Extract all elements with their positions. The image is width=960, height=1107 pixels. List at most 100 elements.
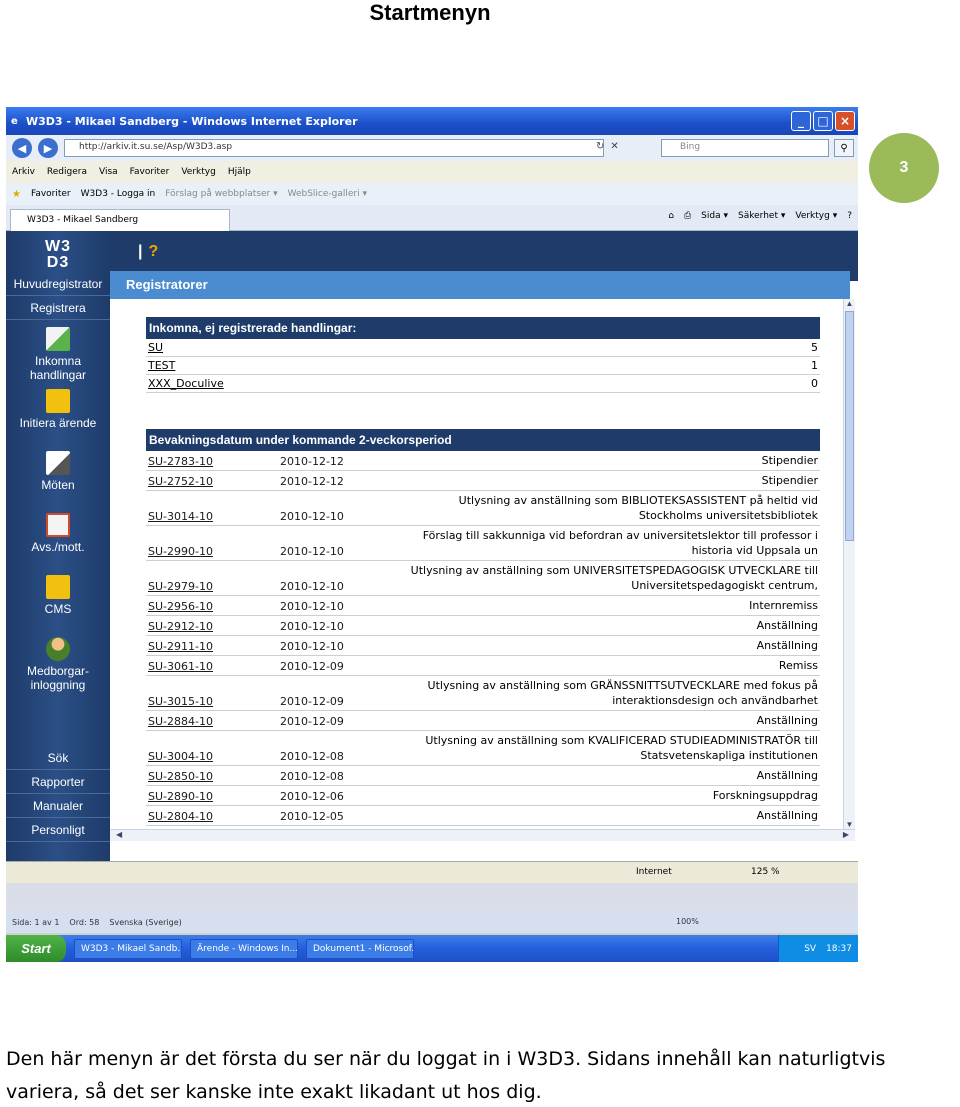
language-indicator[interactable]: SV: [804, 944, 816, 954]
case-link[interactable]: SU-2804-10: [148, 810, 280, 823]
case-link[interactable]: SU-3014-10: [148, 510, 280, 523]
favorite-link[interactable]: WebSlice-galleri ▾: [288, 189, 367, 199]
case-link[interactable]: SU-3004-10: [148, 750, 280, 763]
search-button[interactable]: ⚲: [834, 139, 854, 157]
case-link[interactable]: SU-2990-10: [148, 545, 280, 558]
case-link[interactable]: SU-2884-10: [148, 715, 280, 728]
page-title: Startmenyn: [369, 0, 491, 25]
command-security[interactable]: Säkerhet ▾: [738, 211, 785, 221]
case-link[interactable]: SU-2911-10: [148, 640, 280, 653]
favorites-button[interactable]: Favoriter: [31, 189, 71, 199]
sidebar-item-medborgar[interactable]: Medborgar- inloggning: [6, 637, 110, 692]
address-row: ◀ ▶ http://arkiv.it.su.se/Asp/W3D3.asp ↻…: [6, 135, 858, 161]
contact-card-icon: [46, 513, 70, 537]
case-link[interactable]: SU-3061-10: [148, 660, 280, 673]
home-icon[interactable]: ⌂: [668, 211, 674, 221]
case-link[interactable]: SU-2752-10: [148, 475, 280, 488]
address-bar[interactable]: http://arkiv.it.su.se/Asp/W3D3.asp: [64, 139, 604, 157]
taskbar-task[interactable]: Dokument1 - Microsof...: [306, 938, 414, 959]
new-folder-icon: [46, 389, 70, 413]
word-zoom[interactable]: 100%: [676, 917, 699, 926]
incoming-table: Inkomna, ej registrerade handlingar: SU …: [146, 317, 820, 393]
forward-button[interactable]: ▶: [38, 138, 58, 158]
menu-item[interactable]: Favoriter: [130, 167, 170, 177]
incoming-link[interactable]: TEST: [148, 359, 348, 372]
citizen-icon: [46, 637, 70, 661]
table-row: SU-3015-10 2010-12-09 Utlysning av anställ…: [146, 676, 820, 711]
menu-item[interactable]: Verktyg: [181, 167, 215, 177]
table-row: SU 5: [146, 339, 820, 357]
table-row: SU-2850-10 2010-12-08 Anställning: [146, 766, 820, 786]
print-icon[interactable]: ⎙: [684, 211, 691, 221]
case-link[interactable]: SU-3015-10: [148, 695, 280, 708]
table-row: SU-2911-10 2010-12-10 Anställning: [146, 636, 820, 656]
word-page-info: Sida: 1 av 1: [12, 917, 60, 927]
word-status-bar: Sida: 1 av 1 Ord: 58 Svenska (Sverige) 1…: [6, 911, 858, 933]
browser-tab[interactable]: W3D3 - Mikael Sandberg: [10, 209, 230, 231]
search-input[interactable]: Bing: [661, 139, 829, 157]
command-page[interactable]: Sida ▾: [701, 211, 728, 221]
sidebar-link-registrera[interactable]: Registrera: [6, 297, 110, 320]
zoom-level[interactable]: 125 %: [751, 867, 780, 877]
taskbar-task[interactable]: W3D3 - Mikael Sandb...: [74, 938, 182, 959]
sidebar-item-inkomna[interactable]: Inkomna handlingar: [6, 327, 110, 382]
menu-item[interactable]: Redigera: [47, 167, 87, 177]
table-row: SU-2956-10 2010-12-10 Internremiss: [146, 596, 820, 616]
sidebar-link-huvudregistrator[interactable]: Huvudregistrator: [6, 273, 110, 296]
incoming-link[interactable]: XXX_Doculive: [148, 377, 348, 390]
sidebar-item-avs-mott[interactable]: Avs./mott.: [6, 513, 110, 554]
scroll-thumb[interactable]: [845, 311, 854, 541]
help-icon[interactable]: ?: [847, 211, 852, 221]
scroll-up-icon[interactable]: ▲: [844, 299, 855, 308]
stop-icon[interactable]: ✕: [610, 141, 618, 152]
help-link[interactable]: |?: [138, 243, 158, 261]
vertical-scrollbar[interactable]: ▲ ▼: [843, 299, 855, 829]
sidebar-link-manualer[interactable]: Manualer: [6, 795, 110, 818]
sidebar-item-cms[interactable]: CMS: [6, 575, 110, 616]
word-language[interactable]: Svenska (Sverige): [109, 918, 181, 927]
favorite-link[interactable]: Förslag på webbplatser ▾: [165, 189, 277, 199]
incoming-header: Inkomna, ej registrerade handlingar:: [146, 317, 820, 339]
case-link[interactable]: SU-2979-10: [148, 580, 280, 593]
taskbar: Start W3D3 - Mikael Sandb... Ärende - Wi…: [6, 935, 858, 962]
table-row: SU-2752-10 2010-12-12 Stipendier: [146, 471, 820, 491]
scroll-right-icon[interactable]: ▶: [843, 830, 849, 839]
case-link[interactable]: SU-2912-10: [148, 620, 280, 633]
deadline-header: Bevakningsdatum under kommande 2-veckors…: [146, 429, 820, 451]
incoming-link[interactable]: SU: [148, 341, 348, 354]
caption-text: Den här menyn är det första du ser när d…: [6, 1048, 886, 1103]
command-tools[interactable]: Verktyg ▾: [795, 211, 837, 221]
sidebar-link-sok[interactable]: Sök: [6, 747, 110, 770]
back-button[interactable]: ◀: [12, 138, 32, 158]
menu-item[interactable]: Visa: [99, 167, 118, 177]
horizontal-scrollbar[interactable]: ◀ ▶: [110, 829, 855, 841]
refresh-icon[interactable]: ↻: [596, 141, 604, 152]
start-button[interactable]: Start: [6, 935, 66, 962]
word-count: Ord: 58: [69, 917, 100, 927]
case-link[interactable]: SU-2890-10: [148, 790, 280, 803]
close-button[interactable]: ×: [835, 111, 855, 131]
taskbar-task[interactable]: Ärende - Windows In...: [190, 938, 298, 959]
menu-item[interactable]: Arkiv: [12, 167, 35, 177]
address-tools: ↻ ✕: [596, 141, 619, 152]
case-link[interactable]: SU-2783-10: [148, 455, 280, 468]
favorites-star-icon: ★: [12, 188, 21, 200]
tab-row: W3D3 - Mikael Sandberg ⌂ ⎙ Sida ▾ Säkerh…: [6, 205, 858, 231]
scroll-down-icon[interactable]: ▼: [844, 820, 855, 829]
sidebar-item-moten[interactable]: Möten: [6, 451, 110, 492]
case-link[interactable]: SU-2956-10: [148, 600, 280, 613]
sidebar-link-rapporter[interactable]: Rapporter: [6, 771, 110, 794]
pen-icon: [46, 451, 70, 475]
case-link[interactable]: SU-2850-10: [148, 770, 280, 783]
menu-item[interactable]: Hjälp: [228, 167, 251, 177]
scroll-left-icon[interactable]: ◀: [116, 830, 122, 839]
sidebar-link-personligt[interactable]: Personligt: [6, 819, 110, 842]
sidebar-item-initiera[interactable]: Initiera ärende: [6, 389, 110, 430]
browser-window-title: W3D3 - Mikael Sandberg - Windows Interne…: [26, 114, 358, 128]
inbox-icon: [46, 327, 70, 351]
word-document-area: [6, 883, 858, 911]
favorite-link[interactable]: W3D3 - Logga in: [81, 189, 156, 199]
menu-bar: Arkiv Redigera Visa Favoriter Verktyg Hj…: [6, 161, 858, 183]
minimize-button[interactable]: _: [791, 111, 811, 131]
maximize-button[interactable]: □: [813, 111, 833, 131]
